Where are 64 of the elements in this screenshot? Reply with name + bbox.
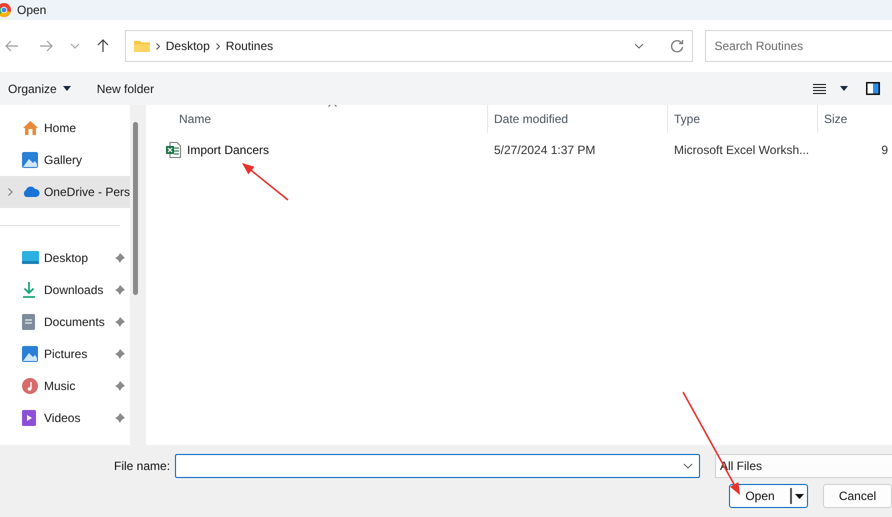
- sidebar-item[interactable]: Home: [0, 112, 130, 144]
- caret-down-icon[interactable]: [840, 86, 848, 91]
- sidebar-item[interactable]: OneDrive - Pers: [0, 176, 130, 208]
- sidebar-item[interactable]: Downloads: [0, 274, 130, 306]
- up-button[interactable]: [95, 38, 111, 54]
- sidebar-item[interactable]: Desktop: [0, 242, 130, 274]
- chevron-right-icon: [156, 42, 160, 50]
- pin-icon[interactable]: [115, 413, 125, 423]
- pin-icon[interactable]: [115, 317, 125, 327]
- refresh-icon[interactable]: [670, 39, 684, 53]
- column-header[interactable]: Type: [668, 105, 818, 133]
- folder-icon: [134, 40, 150, 52]
- preview-pane-icon[interactable]: [866, 82, 880, 95]
- breadcrumb-item[interactable]: Routines: [226, 39, 274, 53]
- sidebar-item[interactable]: Music: [0, 370, 130, 402]
- document-icon: [22, 314, 35, 330]
- open-split-button[interactable]: Open: [729, 484, 808, 508]
- address-bar[interactable]: Desktop Routines: [124, 30, 694, 62]
- file-name-field[interactable]: [175, 454, 700, 478]
- new-folder-button[interactable]: New folder: [96, 80, 156, 98]
- file-row[interactable]: Import Dancers 5/27/2024 1:37 PM Microsoft Excel Worksh... 9: [146, 139, 892, 161]
- monitor-icon: [22, 251, 39, 265]
- sidebar-item[interactable]: Gallery: [0, 144, 130, 176]
- spreadsheet-file-icon: [166, 142, 181, 158]
- cloud-icon: [22, 186, 40, 198]
- home-icon: [22, 120, 39, 136]
- organize-menu-button[interactable]: Organize: [7, 80, 72, 98]
- pin-icon[interactable]: [115, 349, 125, 359]
- file-name-label: File name:: [113, 459, 170, 473]
- annotation-arrow: [242, 163, 288, 201]
- breadcrumb-item[interactable]: Desktop: [166, 39, 210, 53]
- chevron-down-icon: [70, 43, 80, 49]
- music-note-icon: [22, 378, 38, 394]
- caret-down-icon: [62, 86, 71, 91]
- window-title: Open: [17, 3, 46, 17]
- pin-icon[interactable]: [115, 381, 125, 391]
- search-field[interactable]: Search Routines: [705, 30, 892, 62]
- chevron-down-icon[interactable]: [683, 463, 693, 469]
- cancel-button[interactable]: Cancel: [823, 484, 892, 508]
- list-view-icon[interactable]: [813, 84, 826, 94]
- file-name: Import Dancers: [187, 143, 270, 157]
- chevron-down-icon[interactable]: [634, 43, 644, 49]
- column-header[interactable]: Date modified: [488, 105, 668, 133]
- sidebar-item[interactable]: Pictures: [0, 338, 130, 370]
- forward-button[interactable]: [38, 38, 54, 54]
- download-icon: [22, 282, 36, 298]
- video-icon: [22, 410, 36, 426]
- column-header[interactable]: Size: [818, 105, 890, 133]
- pin-icon[interactable]: [115, 253, 125, 263]
- size-cell-text: 9: [880, 143, 889, 157]
- app-logo-icon: [0, 3, 11, 17]
- chevron-right-icon: [216, 42, 220, 50]
- sidebar-item[interactable]: Documents: [0, 306, 130, 338]
- picture-icon: [22, 346, 38, 362]
- back-button[interactable]: [4, 38, 20, 54]
- type-cell-text: Microsoft Excel Worksh...: [673, 143, 810, 157]
- caret-down-icon[interactable]: [795, 494, 804, 498]
- picture-icon: [22, 152, 38, 168]
- scrollbar-thumb[interactable]: [133, 122, 138, 295]
- date-cell-text: 5/27/2024 1:37 PM: [493, 143, 596, 157]
- expand-chevron-icon[interactable]: [8, 188, 14, 196]
- column-header[interactable]: Name: [146, 105, 488, 133]
- pin-icon[interactable]: [115, 285, 125, 295]
- sidebar-item[interactable]: Videos: [0, 402, 130, 434]
